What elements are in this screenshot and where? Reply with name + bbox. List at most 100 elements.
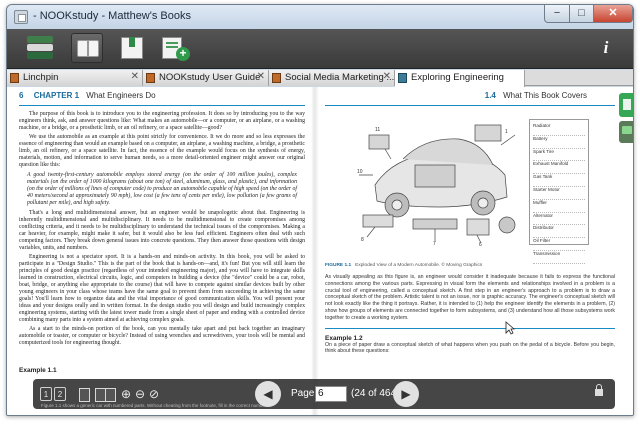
previous-page-button[interactable]: ◀: [255, 381, 281, 407]
parts-list-item: Oil Filter: [533, 238, 585, 251]
tab-label: Exploring Engineering: [411, 72, 504, 83]
paragraph: We use the automobile as an example at t…: [19, 134, 305, 168]
plus-icon: +: [176, 47, 190, 61]
tab-linchpin[interactable]: Linchpin ✕: [7, 70, 143, 86]
library-icon-book: [27, 52, 53, 59]
header-rule: [19, 105, 305, 106]
maximize-button[interactable]: □: [569, 5, 594, 23]
notes-panel-button[interactable]: [619, 93, 633, 117]
parts-list-item: Starter Motor: [533, 187, 585, 200]
bookmark-button[interactable]: [117, 34, 147, 62]
paragraph: As a start to the minds-on portion of th…: [19, 326, 305, 346]
figure-caption-text: Exploded View of a Modern Automobile. © …: [355, 263, 483, 268]
book-icon-page: [88, 40, 99, 57]
two-page-button[interactable]: 2: [54, 387, 66, 401]
book-icon: [272, 73, 281, 83]
page-number: 6: [19, 91, 24, 100]
paragraph: Engineering is not a spectator sport. It…: [19, 254, 305, 323]
close-button[interactable]: ✕: [593, 5, 633, 23]
parts-list-item: Muffler: [533, 200, 585, 213]
library-icon: [27, 36, 53, 43]
side-panel: [619, 93, 633, 153]
reader-area[interactable]: 6 CHAPTER 1 What Engineers Do The purpos…: [7, 87, 633, 415]
next-page-button[interactable]: ▶: [393, 381, 419, 407]
add-note-button[interactable]: +: [159, 34, 190, 62]
bookmark-ribbon: [129, 37, 135, 47]
tab-label: NOOKstudy User Guide: [159, 72, 261, 83]
svg-text:7: 7: [433, 241, 436, 247]
example-rule: [325, 327, 615, 329]
tab-nookstudy-user-guide[interactable]: NOOKstudy User Guide ✕: [143, 70, 269, 86]
page-gutter: [311, 87, 319, 415]
header-rule: [325, 105, 615, 106]
library-icon-book: [27, 44, 53, 51]
page-header: 1.4 What This Book Covers: [325, 91, 615, 103]
svg-text:1: 1: [505, 129, 508, 135]
figure-exploded-car: 10 11 1 8 7 6 Radiator Battery Spark Tir…: [325, 111, 615, 264]
app-window: - NOOKstudy - Matthew's Books − □ ✕ + i: [6, 4, 634, 416]
parts-list-item: Radiator: [533, 123, 585, 136]
zoom-reset-icon[interactable]: ⊘: [147, 387, 161, 401]
app-icon: [14, 10, 28, 24]
tab-label: Linchpin: [23, 72, 59, 83]
parts-list-item: Alternator: [533, 213, 585, 226]
paragraph: As visually appealing as this figure is,…: [325, 274, 615, 321]
parts-list-item: Distributor: [533, 225, 585, 239]
one-page-button[interactable]: 1: [40, 387, 52, 401]
lock-icon[interactable]: [595, 384, 603, 398]
svg-text:8: 8: [361, 237, 364, 243]
minimize-button[interactable]: −: [544, 5, 570, 23]
example-text: On a piece of paper draw a conceptual sk…: [325, 341, 615, 355]
note-line: [166, 46, 178, 48]
svg-text:10: 10: [357, 169, 363, 175]
tab-close-button[interactable]: ✕: [383, 71, 391, 82]
example-heading: Example 1.2: [325, 334, 363, 342]
tab-close-button[interactable]: ✕: [131, 71, 139, 82]
zoom-in-icon[interactable]: ⊕: [119, 387, 133, 401]
parts-list-item: Transmission: [533, 251, 585, 264]
paragraph: That's a long and multidimensional answe…: [19, 210, 305, 251]
parts-list: Radiator Battery Spark Tire Exhaust Mani…: [529, 119, 589, 264]
book-view-button[interactable]: [71, 33, 103, 63]
chapter-title: What Engineers Do: [86, 91, 156, 100]
page-number-input[interactable]: 6: [315, 386, 347, 402]
comments-panel-button[interactable]: [619, 121, 633, 143]
zoom-out-icon[interactable]: ⊖: [133, 387, 147, 401]
tab-close-button[interactable]: ✕: [257, 71, 265, 82]
svg-text:6: 6: [479, 242, 482, 247]
parts-list-item: Spark Tire: [533, 149, 585, 162]
parts-list-item: Battery: [533, 136, 585, 149]
double-page-view-icon[interactable]: [95, 387, 117, 402]
section-number: 1.4: [484, 91, 496, 100]
example-heading: Example 1.1: [19, 367, 57, 374]
figure-label: FIGURE 1.1: [325, 263, 352, 268]
paragraph: The purpose of this book is to introduce…: [19, 111, 305, 131]
single-page-view-icon[interactable]: [79, 387, 90, 402]
library-button[interactable]: [25, 34, 55, 62]
svg-text:11: 11: [375, 127, 380, 133]
book-icon: [10, 73, 19, 83]
parts-list-item: Exhaust Manifold: [533, 161, 585, 175]
toolbar: + i: [7, 29, 633, 69]
parts-list-item: Gas Tank: [533, 174, 585, 187]
note-line: [166, 42, 178, 44]
book-icon: [146, 73, 155, 83]
overlay-caption: Figure 1.1 shows a generic car with numb…: [41, 403, 267, 408]
car-illustration: 10 11 1 8 7 6: [357, 124, 516, 247]
block-quote: A good twenty-first-century automobile e…: [27, 172, 297, 206]
info-button[interactable]: i: [596, 38, 616, 58]
tab-exploring-engineering[interactable]: Exploring Engineering: [395, 70, 525, 87]
tab-label: Social Media Marketing ...: [285, 72, 395, 83]
right-page: 1.4 What This Book Covers 10 11 1 8 7 6 …: [325, 87, 615, 415]
book-icon: [398, 73, 407, 83]
section-title: What This Book Covers: [503, 91, 587, 100]
book-icon: [77, 40, 88, 57]
title-bar[interactable]: - NOOKstudy - Matthew's Books − □ ✕: [7, 5, 633, 29]
window-title: - NOOKstudy - Matthew's Books: [33, 10, 191, 22]
navigation-bar: 1 2 ⊕ ⊖ ⊘ Figure 1.1 shows a generic car…: [33, 379, 615, 409]
tab-bar: Linchpin ✕ NOOKstudy User Guide ✕ Social…: [7, 70, 633, 87]
chapter-label: CHAPTER 1: [33, 91, 80, 100]
page-header: 6 CHAPTER 1 What Engineers Do: [19, 91, 305, 103]
tab-social-media-marketing[interactable]: Social Media Marketing ... ✕: [269, 70, 395, 86]
page-body: The purpose of this book is to introduce…: [19, 111, 305, 347]
